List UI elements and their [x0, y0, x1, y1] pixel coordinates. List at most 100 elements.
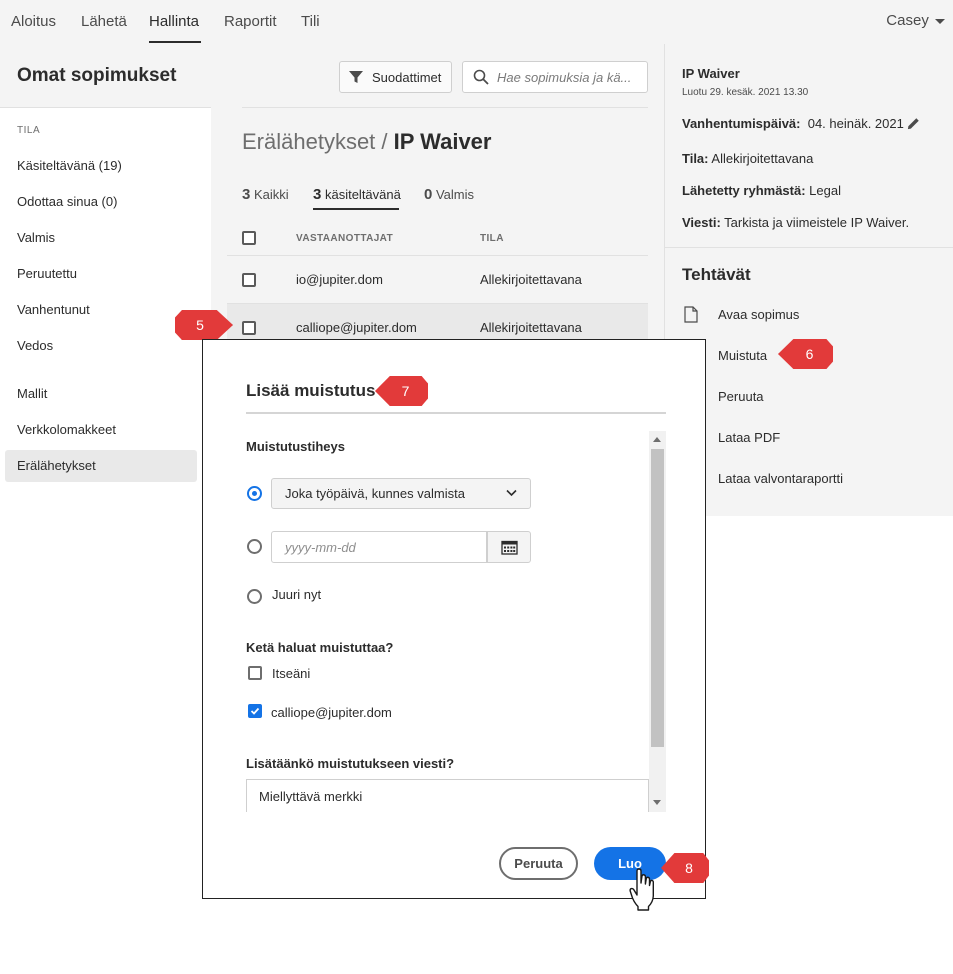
table-row-selected[interactable]	[227, 304, 648, 342]
breadcrumb: Erälähetykset / IP Waiver	[242, 129, 491, 155]
search-icon	[473, 69, 489, 85]
task-download-pdf[interactable]: Lataa PDF	[718, 430, 780, 445]
date-field[interactable]: yyyy-mm-dd	[271, 531, 487, 563]
tab-completed[interactable]: 0 Valmis	[424, 186, 474, 203]
sidebar-item-vanhentunut[interactable]: Vanhentunut	[17, 302, 90, 317]
task-open-agreement[interactable]: Avaa sopimus	[718, 307, 799, 322]
dialog-title-divider	[246, 412, 666, 414]
tab-completed-label: Valmis	[435, 187, 475, 202]
frequency-select-value: Joka työpäivä, kunnes valmista	[285, 486, 465, 501]
row-checkbox[interactable]	[242, 321, 256, 335]
calendar-icon	[500, 540, 518, 555]
tab-all-label: Kaikki	[253, 187, 289, 202]
sidebar-item-kasiteltavana[interactable]: Käsiteltävänä (19)	[17, 158, 122, 173]
select-all-checkbox[interactable]	[242, 231, 256, 245]
user-menu[interactable]: Casey	[886, 12, 945, 29]
frequency-select[interactable]: Joka työpäivä, kunnes valmista	[271, 478, 531, 509]
frequency-now-label: Juuri nyt	[272, 587, 322, 602]
group-value: Legal	[809, 183, 841, 198]
date-field-placeholder: yyyy-mm-dd	[285, 539, 356, 555]
frequency-label: Muistutustiheys	[246, 439, 345, 454]
scroll-up-arrow-icon[interactable]	[653, 437, 661, 442]
status-value: Allekirjoitettavana	[711, 151, 814, 166]
table-header-divider	[227, 255, 648, 256]
filter-icon	[349, 71, 363, 83]
table-cell-recipient[interactable]: io@jupiter.dom	[296, 272, 383, 287]
group-row: Lähetetty ryhmästä: Legal	[682, 183, 841, 198]
agreement-created: Luotu 29. kesäk. 2021 13.30	[682, 87, 809, 98]
cancel-button[interactable]: Peruuta	[499, 847, 578, 880]
tab-all-count: 3	[242, 186, 251, 203]
sidebar-item-peruutettu[interactable]: Peruutettu	[17, 266, 77, 281]
filters-button[interactable]: Suodattimet	[339, 61, 452, 93]
checkmark-icon	[250, 707, 260, 715]
column-header-status[interactable]: TILA	[480, 233, 504, 244]
frequency-radio-recurring[interactable]	[247, 486, 262, 501]
frequency-radio-date[interactable]	[247, 539, 262, 554]
reminder-message-textarea[interactable]: Miellyttävä merkki	[246, 779, 649, 812]
nav-item-aloitus[interactable]: Aloitus	[11, 13, 56, 30]
row-checkbox[interactable]	[242, 273, 256, 287]
remind-self-label: Itseäni	[272, 666, 311, 681]
status-row: Tila: Allekirjoitettavana	[682, 151, 813, 166]
status-label: Tila:	[682, 151, 709, 166]
expiry-label: Vanhentumispäivä:	[682, 116, 801, 131]
nav-item-raportit[interactable]: Raportit	[224, 13, 277, 30]
filters-button-label: Suodattimet	[372, 69, 442, 85]
tasks-heading: Tehtävät	[682, 265, 751, 284]
task-cancel[interactable]: Peruuta	[718, 389, 764, 404]
remind-recipient-checkbox[interactable]	[248, 704, 262, 718]
search-input[interactable]: Hae sopimuksia ja kä...	[462, 61, 648, 93]
agreement-title: IP Waiver	[682, 66, 740, 81]
caret-down-icon	[935, 18, 945, 24]
calendar-button[interactable]	[487, 531, 531, 563]
remind-recipient-label: calliope@jupiter.dom	[271, 705, 392, 720]
table-cell-recipient[interactable]: calliope@jupiter.dom	[296, 320, 417, 335]
breadcrumb-current: IP Waiver	[393, 129, 492, 154]
sidebar-item-mallit[interactable]: Mallit	[17, 386, 47, 401]
sidebar-item-valmis[interactable]: Valmis	[17, 230, 55, 245]
frequency-radio-now[interactable]	[247, 589, 262, 604]
sidebar-item-vedos[interactable]: Vedos	[17, 338, 53, 353]
sidebar-item-verkkolomakkeet[interactable]: Verkkolomakkeet	[17, 422, 116, 437]
message-label: Viesti:	[682, 215, 721, 230]
remind-self-checkbox[interactable]	[248, 666, 262, 680]
tab-all[interactable]: 3 Kaikki	[242, 186, 289, 203]
table-cell-status: Allekirjoitettavana	[480, 272, 582, 287]
expiry-row: Vanhentumispäivä: 04. heinäk. 2021	[682, 116, 904, 131]
user-name: Casey	[886, 12, 929, 29]
breadcrumb-parent[interactable]: Erälähetykset /	[242, 129, 394, 154]
chevron-down-icon	[506, 489, 517, 497]
tab-in-progress[interactable]: 3 käsiteltävänä	[313, 186, 401, 203]
nav-item-tili[interactable]: Tili	[301, 13, 320, 30]
dialog-title: Lisää muistutus	[246, 381, 376, 400]
nav-item-laheta[interactable]: Lähetä	[81, 13, 127, 30]
sidebar-item-eralahetykset[interactable]: Erälähetykset	[17, 458, 96, 473]
tab-in-progress-count: 3	[313, 186, 322, 203]
tab-active-indicator	[313, 208, 399, 210]
sidebar-heading: TILA	[17, 125, 41, 136]
tab-in-progress-label: käsiteltävänä	[324, 187, 401, 202]
search-placeholder: Hae sopimuksia ja kä...	[497, 69, 632, 85]
message-value: Tarkista ja viimeistele IP Waiver.	[724, 215, 910, 230]
tab-completed-count: 0	[424, 186, 433, 203]
table-cell-status: Allekirjoitettavana	[480, 320, 582, 335]
document-icon	[684, 306, 698, 323]
top-nav: Aloitus Lähetä Hallinta Raportit Tili Ca…	[0, 0, 953, 44]
column-header-recipients[interactable]: VASTAANOTTAJAT	[296, 233, 393, 244]
sidebar-item-odottaa[interactable]: Odottaa sinua (0)	[17, 194, 117, 209]
hand-cursor-icon	[629, 868, 655, 911]
nav-active-indicator	[149, 41, 201, 43]
page-title: Omat sopimukset	[17, 65, 177, 86]
message-row: Viesti: Tarkista ja viimeistele IP Waive…	[682, 215, 909, 230]
edit-pencil-icon[interactable]	[906, 116, 921, 131]
reminder-message-value: Miellyttävä merkki	[259, 789, 363, 804]
expiry-value: 04. heinäk. 2021	[807, 116, 904, 131]
details-divider	[665, 247, 953, 248]
nav-item-hallinta[interactable]: Hallinta	[149, 13, 199, 30]
scroll-down-arrow-icon[interactable]	[653, 800, 661, 805]
task-download-audit-report[interactable]: Lataa valvontaraportti	[718, 471, 843, 486]
dialog-scrollbar-thumb[interactable]	[651, 449, 664, 747]
message-question-label: Lisätäänkö muistutukseen viesti?	[246, 756, 455, 771]
task-remind[interactable]: Muistuta	[718, 348, 767, 363]
